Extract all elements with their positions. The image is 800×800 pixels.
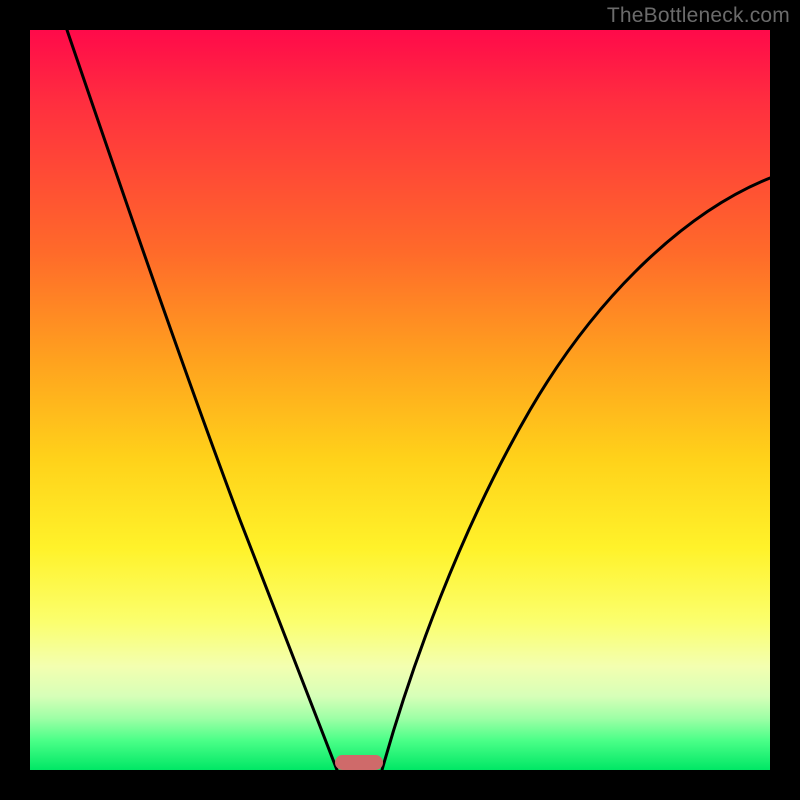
watermark-text: TheBottleneck.com xyxy=(607,4,790,28)
curves-svg xyxy=(30,30,770,770)
right-curve xyxy=(382,178,770,770)
chart-frame: TheBottleneck.com xyxy=(0,0,800,800)
plot-area xyxy=(30,30,770,770)
left-curve xyxy=(67,30,337,770)
bottleneck-marker xyxy=(335,755,383,770)
